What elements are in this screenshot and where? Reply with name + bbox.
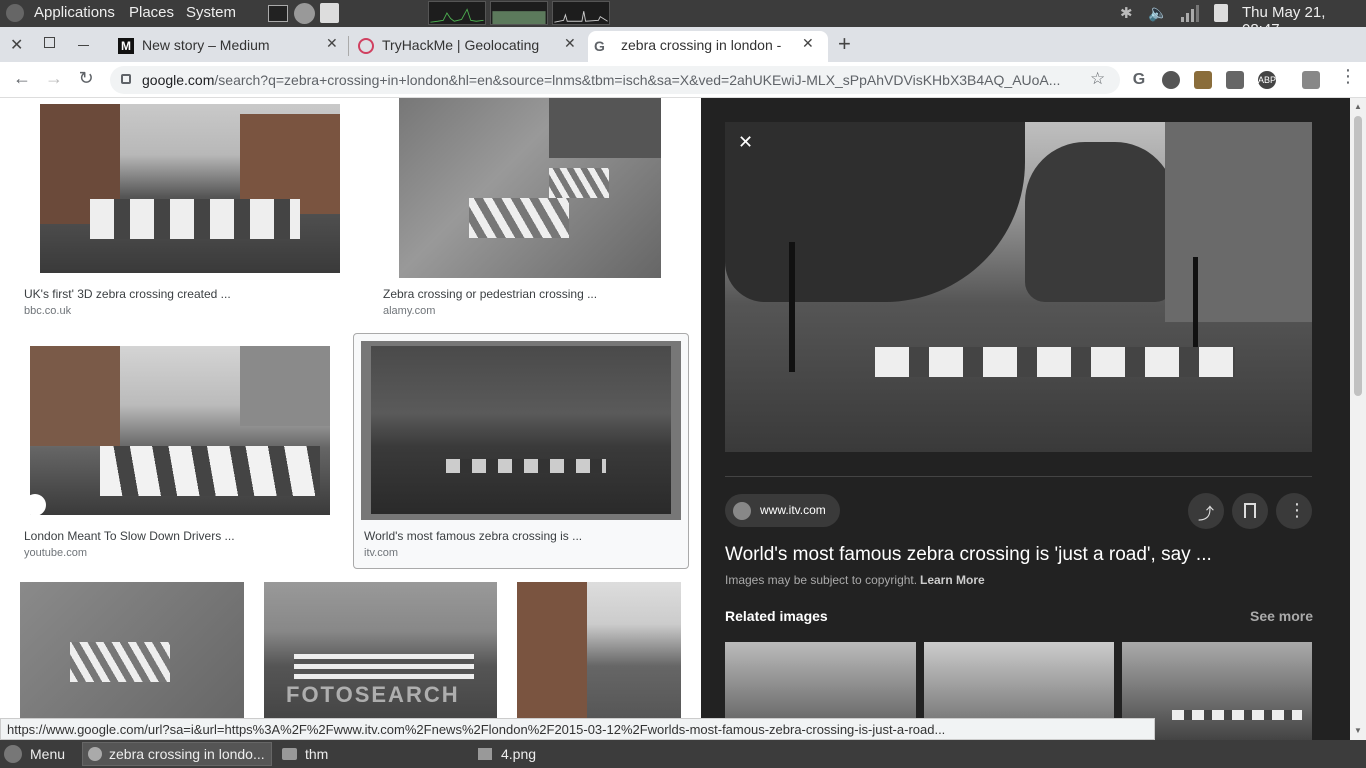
mask-extension-icon[interactable]: [1162, 71, 1180, 89]
clipboard-icon[interactable]: [1214, 4, 1228, 22]
copyright-note: Images may be subject to copyright.: [725, 573, 918, 587]
volume-icon[interactable]: 🔈: [1148, 3, 1168, 23]
close-tab-icon[interactable]: ✕: [326, 35, 338, 52]
reload-button[interactable]: ↻: [74, 68, 98, 89]
top-panel: Applications Places System ✱ 🔈 Thu May 2…: [0, 0, 1366, 38]
scroll-up-icon[interactable]: ▲: [1354, 102, 1362, 111]
tab-google-images[interactable]: G zebra crossing in london - ✕: [588, 31, 828, 62]
browser-menu-icon[interactable]: ⋮: [1336, 66, 1360, 87]
applications-menu[interactable]: Applications: [34, 4, 115, 21]
scrollbar-thumb[interactable]: [1354, 116, 1362, 396]
cpu-monitor-graph: [428, 1, 486, 25]
share-icon: ⤴: [1198, 506, 1215, 523]
play-icon[interactable]: [30, 494, 46, 515]
result-thumbnail[interactable]: [40, 104, 340, 273]
back-button[interactable]: ←: [10, 68, 34, 89]
medium-icon: M: [118, 38, 134, 54]
tab-tryhackme[interactable]: TryHackMe | Geolocating ✕: [352, 31, 588, 62]
result-thumbnail[interactable]: [399, 98, 661, 278]
result-thumbnail[interactable]: [517, 582, 681, 720]
url-path: /search?q=zebra+crossing+in+london&hl=en…: [214, 72, 1061, 88]
text-editor-launcher-icon[interactable]: [320, 3, 339, 23]
network-signal-icon[interactable]: [1180, 4, 1200, 22]
chrome-window-icon: [88, 747, 102, 761]
result-caption[interactable]: World's most famous zebra crossing is ..…: [364, 529, 582, 543]
source-site-label: www.itv.com: [760, 503, 826, 517]
minimize-window-icon[interactable]: [78, 45, 89, 46]
network-monitor-graph: [552, 1, 610, 25]
new-tab-button[interactable]: +: [838, 31, 851, 57]
scroll-down-icon[interactable]: ▼: [1354, 726, 1362, 735]
image-results-grid: UK's first' 3D zebra crossing created ..…: [0, 98, 701, 720]
places-menu[interactable]: Places: [129, 4, 174, 21]
tab-title: New story – Medium: [142, 37, 270, 53]
bookmark-star-icon[interactable]: ☆: [1090, 69, 1105, 89]
related-images-heading: Related images: [725, 608, 828, 624]
divider: [725, 476, 1312, 477]
image-file-icon: [478, 748, 492, 760]
tab-title: TryHackMe | Geolocating: [382, 37, 540, 53]
adblock-plus-icon[interactable]: ABP: [1258, 71, 1276, 89]
taskbar-window-image[interactable]: 4.png: [501, 746, 536, 762]
result-caption[interactable]: Zebra crossing or pedestrian crossing ..…: [383, 287, 597, 301]
tryhackme-icon: [358, 38, 374, 54]
shield-extension-icon[interactable]: [1226, 71, 1244, 89]
watermark-text: FOTOSEARCH: [286, 682, 460, 707]
browser-tab-bar: ✕ M New story – Medium ✕ TryHackMe | Geo…: [0, 27, 1366, 62]
terminal-launcher-icon[interactable]: [268, 5, 288, 22]
memory-monitor-graph: [490, 1, 548, 25]
more-options-button[interactable]: ⋮: [1276, 493, 1312, 529]
preview-image[interactable]: [725, 122, 1312, 452]
google-icon: G: [594, 38, 605, 54]
taskbar-window-title: zebra crossing in londo...: [109, 746, 265, 762]
address-bar[interactable]: google.com/search?q=zebra+crossing+in+lo…: [110, 66, 1120, 94]
taskbar-menu[interactable]: Menu: [30, 746, 65, 762]
status-url-bubble: https://www.google.com/url?sa=i&url=http…: [0, 718, 1155, 740]
result-thumbnail[interactable]: [30, 346, 330, 515]
globe-icon: [733, 502, 751, 520]
page-scrollbar[interactable]: ▲ ▼: [1350, 98, 1366, 740]
result-thumbnail[interactable]: [20, 582, 244, 720]
system-menu[interactable]: System: [186, 4, 236, 21]
share-button[interactable]: ⤴: [1188, 493, 1224, 529]
result-caption[interactable]: London Meant To Slow Down Drivers ...: [24, 529, 235, 543]
result-source: itv.com: [364, 547, 399, 559]
browser-toolbar: ← → ↻ google.com/search?q=zebra+crossing…: [0, 62, 1366, 98]
restore-window-icon[interactable]: [44, 37, 55, 48]
source-site-button[interactable]: www.itv.com: [725, 494, 840, 527]
firefox-launcher-icon[interactable]: [294, 3, 315, 24]
fox-extension-icon[interactable]: [1194, 71, 1212, 89]
close-tab-icon[interactable]: ✕: [802, 35, 814, 52]
tab-divider: [348, 36, 349, 56]
result-thumbnail[interactable]: FOTOSEARCH: [264, 582, 497, 720]
result-thumbnail[interactable]: [361, 341, 681, 520]
see-more-link[interactable]: See more: [1250, 608, 1313, 624]
forward-button[interactable]: →: [42, 68, 66, 89]
translate-extension-icon[interactable]: [1302, 71, 1320, 89]
menu-logo-icon[interactable]: [4, 745, 22, 763]
tab-title: zebra crossing in london -: [621, 37, 782, 53]
close-tab-icon[interactable]: ✕: [564, 35, 576, 52]
more-vert-icon: ⋮: [1288, 500, 1306, 520]
close-preview-icon[interactable]: ✕: [738, 132, 753, 153]
result-caption[interactable]: UK's first' 3D zebra crossing created ..…: [24, 287, 231, 301]
bookmark-icon: [1244, 503, 1256, 518]
taskbar-window-thm[interactable]: thm: [305, 746, 328, 762]
lock-icon[interactable]: [121, 74, 131, 84]
result-source: alamy.com: [383, 305, 436, 317]
image-preview-panel: ✕ www.itv.com ⤴ ⋮ World's most famous ze…: [701, 98, 1350, 740]
bluetooth-icon[interactable]: ✱: [1120, 4, 1133, 22]
url-domain: google.com: [142, 72, 215, 88]
result-source: bbc.co.uk: [24, 305, 72, 317]
preview-title[interactable]: World's most famous zebra crossing is 'j…: [725, 544, 1212, 566]
bottom-taskbar: Menu zebra crossing in londo... thm 4.pn…: [0, 740, 1366, 768]
folder-icon: [282, 748, 297, 760]
close-window-icon[interactable]: ✕: [10, 35, 23, 55]
tab-medium[interactable]: M New story – Medium ✕: [112, 31, 348, 62]
distro-logo-icon[interactable]: [6, 4, 24, 22]
save-button[interactable]: [1232, 493, 1268, 529]
learn-more-link[interactable]: Learn More: [920, 573, 985, 587]
google-extension-icon[interactable]: G: [1130, 71, 1148, 89]
result-source: youtube.com: [24, 547, 87, 559]
